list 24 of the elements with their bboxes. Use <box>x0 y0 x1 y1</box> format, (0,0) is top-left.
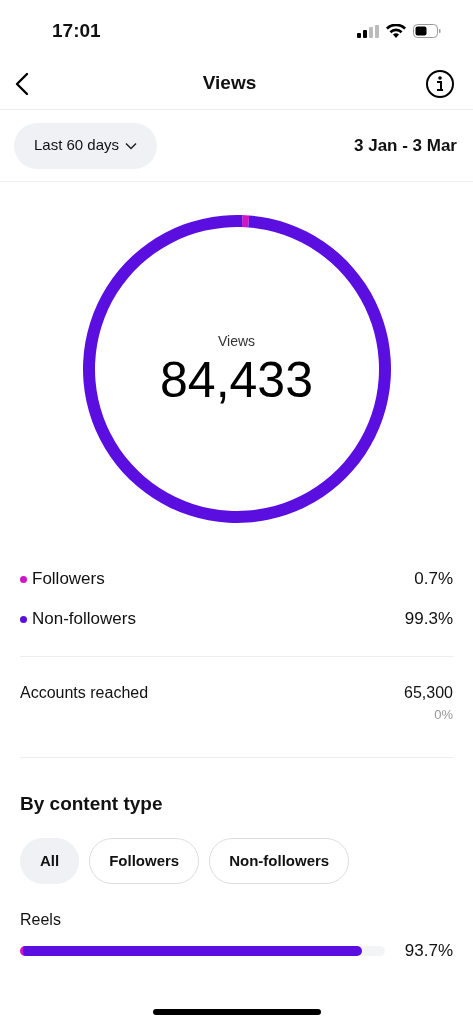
battery-icon <box>413 24 441 38</box>
donut-label: Views <box>217 331 256 351</box>
content-type-value: 93.7% <box>404 940 453 962</box>
date-range-dropdown[interactable]: Last 60 days <box>14 122 158 169</box>
info-icon[interactable] <box>425 68 455 99</box>
page-title: Views <box>202 71 257 96</box>
signal-icon <box>357 24 379 38</box>
legend-label: Followers <box>32 568 105 591</box>
accounts-reached-change: 0% <box>434 706 453 724</box>
accounts-reached-label: Accounts reached <box>20 683 149 703</box>
accounts-reached-value: 65,300 <box>404 683 453 703</box>
filter-chip[interactable]: Non-followers <box>209 838 350 884</box>
section-title: By content type <box>19 791 164 816</box>
wifi-icon <box>386 24 406 38</box>
filter-chip[interactable]: All <box>20 838 80 884</box>
content-type-label: Reels <box>20 910 62 930</box>
filter-chip[interactable]: Followers <box>89 838 200 884</box>
status-time: 17:01 <box>52 18 101 43</box>
chevron-down-icon <box>125 141 138 150</box>
legend-value: 0.7% <box>414 568 453 591</box>
date-range: 3 Jan - 3 Mar <box>354 134 457 157</box>
views-total: 84,433 <box>160 351 313 408</box>
legend-label: Non-followers <box>32 608 136 631</box>
legend-value: 99.3% <box>404 608 453 631</box>
